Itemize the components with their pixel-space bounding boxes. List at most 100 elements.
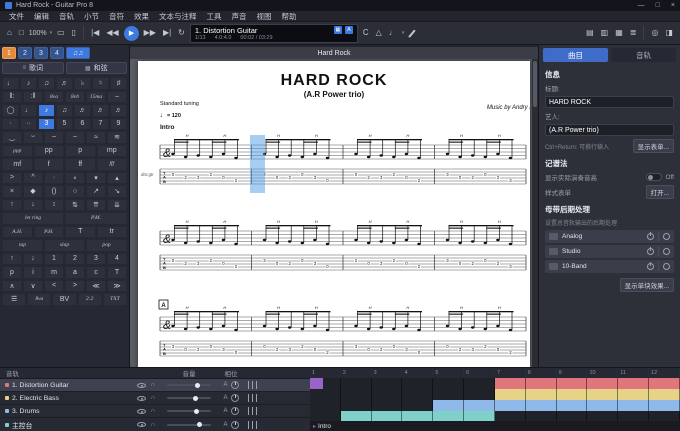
go-end-button[interactable]: ▶| bbox=[161, 27, 173, 39]
menu-item[interactable]: 效果 bbox=[129, 11, 154, 22]
palette-button[interactable]: ♬ bbox=[110, 104, 127, 117]
tempo-icon[interactable]: ♩ bbox=[387, 27, 399, 39]
bar-cell[interactable] bbox=[341, 378, 372, 389]
bar-cell[interactable] bbox=[587, 389, 618, 400]
track-list-icon[interactable]: ▦ bbox=[334, 26, 342, 34]
bar-cell[interactable] bbox=[557, 378, 588, 389]
play-button[interactable]: ▶ bbox=[124, 26, 139, 41]
bypass-icon[interactable] bbox=[663, 233, 670, 240]
palette-button[interactable]: 8vb bbox=[65, 91, 85, 104]
pan-knob[interactable] bbox=[231, 407, 239, 415]
keyboard-view-icon[interactable]: ▥ bbox=[599, 27, 611, 39]
palette-button[interactable]: let ring bbox=[2, 212, 64, 225]
volume-handle[interactable] bbox=[197, 422, 202, 427]
go-start-button[interactable]: |◀ bbox=[89, 27, 101, 39]
bar-cell[interactable] bbox=[557, 411, 588, 421]
volume-handle[interactable] bbox=[193, 396, 198, 401]
palette-button[interactable]: :‖ bbox=[23, 91, 43, 104]
palette-button[interactable]: 7 bbox=[92, 118, 109, 131]
palette-button[interactable]: ↘ bbox=[107, 185, 127, 198]
lyrics-button[interactable]: ≡ 歌词 bbox=[2, 62, 64, 74]
bar-cell[interactable] bbox=[464, 378, 495, 389]
bar-cell[interactable] bbox=[557, 389, 588, 400]
palette-button[interactable]: pp bbox=[34, 145, 65, 158]
menu-item[interactable]: 文件 bbox=[4, 11, 29, 22]
page-view-icon[interactable]: ▭ bbox=[55, 27, 67, 39]
mastering-chain-row[interactable]: Analog bbox=[545, 230, 674, 243]
bar-cell[interactable] bbox=[372, 378, 403, 389]
palette-button[interactable]: p bbox=[2, 266, 22, 279]
eq-icon[interactable] bbox=[248, 421, 260, 429]
palette-button[interactable]: P.H. bbox=[34, 226, 65, 239]
palette-button[interactable]: ~ bbox=[65, 131, 85, 144]
palette-button[interactable]: ◆ bbox=[23, 185, 43, 198]
palette-button[interactable]: mf bbox=[2, 158, 33, 171]
palette-button[interactable]: p bbox=[65, 145, 96, 158]
palette-button[interactable]: c bbox=[86, 266, 106, 279]
bar-cell[interactable] bbox=[526, 400, 557, 411]
headphone-icon[interactable]: ∩ bbox=[151, 395, 155, 401]
bar-cell[interactable] bbox=[341, 400, 372, 411]
bar-cell[interactable] bbox=[587, 411, 618, 421]
palette-button[interactable]: > bbox=[2, 172, 22, 185]
loop-icon[interactable]: ↻ bbox=[176, 27, 187, 39]
palette-button[interactable]: fff bbox=[97, 158, 128, 171]
show-effects-button[interactable]: 显示单块效果... bbox=[620, 278, 674, 292]
zoom-caret-icon[interactable]: ▾ bbox=[50, 30, 53, 36]
show-form-button[interactable]: 显示表单... bbox=[633, 139, 674, 153]
tempo-caret-icon[interactable]: ▾ bbox=[402, 30, 405, 36]
chord-button[interactable]: ▦ 和弦 bbox=[66, 62, 128, 74]
menu-item[interactable]: 工具 bbox=[202, 11, 227, 22]
bypass-icon[interactable] bbox=[663, 248, 670, 255]
bar-cell[interactable] bbox=[618, 411, 649, 421]
bar-cell[interactable] bbox=[372, 389, 403, 400]
visibility-icon[interactable] bbox=[137, 396, 146, 401]
mixer-track-row[interactable]: 主控台∩A bbox=[0, 418, 310, 431]
mixer-view-icon[interactable]: ≣ bbox=[628, 27, 639, 39]
mastering-chain-row[interactable]: Studio bbox=[545, 245, 674, 258]
menu-item[interactable]: 小节 bbox=[79, 11, 104, 22]
palette-button[interactable]: < bbox=[44, 280, 64, 293]
palette-button[interactable]: T bbox=[107, 266, 127, 279]
bar-cell[interactable] bbox=[464, 389, 495, 400]
bar-cell[interactable] bbox=[526, 378, 557, 389]
palette-button[interactable]: 8va bbox=[27, 293, 51, 306]
menu-item[interactable]: 帮助 bbox=[277, 11, 302, 22]
palette-button[interactable]: ♫ bbox=[56, 104, 73, 117]
mastering-chain-row[interactable]: 10-Band bbox=[545, 260, 674, 273]
bar-cell[interactable] bbox=[402, 389, 433, 400]
volume-slider[interactable] bbox=[167, 424, 211, 426]
voice-3-button[interactable]: 3 bbox=[34, 47, 48, 59]
menu-item[interactable]: 视图 bbox=[252, 11, 277, 22]
eq-icon[interactable] bbox=[248, 394, 260, 402]
bar-cell[interactable] bbox=[495, 400, 526, 411]
palette-button[interactable]: 5 bbox=[56, 118, 73, 131]
palette-button[interactable]: 4 bbox=[107, 253, 127, 266]
palette-button[interactable]: ppp bbox=[2, 145, 33, 158]
bypass-icon[interactable] bbox=[663, 263, 670, 270]
palette-button[interactable]: ⇅ bbox=[65, 199, 85, 212]
palette-button[interactable]: ∨ bbox=[23, 280, 43, 293]
tab-track[interactable]: 音轨 bbox=[611, 48, 676, 62]
score-tab-header[interactable]: Hard Rock bbox=[130, 47, 538, 59]
bar-cell[interactable] bbox=[433, 389, 464, 400]
bar-cell[interactable] bbox=[433, 400, 464, 411]
palette-button[interactable]: × bbox=[2, 185, 22, 198]
bar-cell[interactable] bbox=[526, 389, 557, 400]
visibility-icon[interactable] bbox=[137, 409, 146, 414]
bar-cell[interactable] bbox=[649, 411, 680, 421]
bar-cell[interactable] bbox=[495, 389, 526, 400]
mixer-track-row[interactable]: 3. Drums∩A bbox=[0, 405, 310, 418]
palette-button[interactable]: ↓ bbox=[23, 253, 43, 266]
palette-button[interactable]: ≫ bbox=[107, 280, 127, 293]
bar-cell[interactable] bbox=[372, 411, 403, 421]
metronome-icon[interactable]: △ bbox=[374, 27, 384, 39]
artist-field[interactable]: (A.R Power trio) bbox=[545, 124, 674, 136]
menu-item[interactable]: 声音 bbox=[227, 11, 252, 22]
pan-knob[interactable] bbox=[231, 421, 239, 429]
palette-button[interactable]: ◯ bbox=[2, 104, 19, 117]
power-icon[interactable] bbox=[647, 248, 654, 255]
palette-button[interactable]: ‖: bbox=[2, 91, 22, 104]
bar-cell[interactable] bbox=[464, 400, 495, 411]
score-canvas[interactable]: HARD ROCK(A.R Power trio)Music by Andry … bbox=[138, 61, 530, 367]
